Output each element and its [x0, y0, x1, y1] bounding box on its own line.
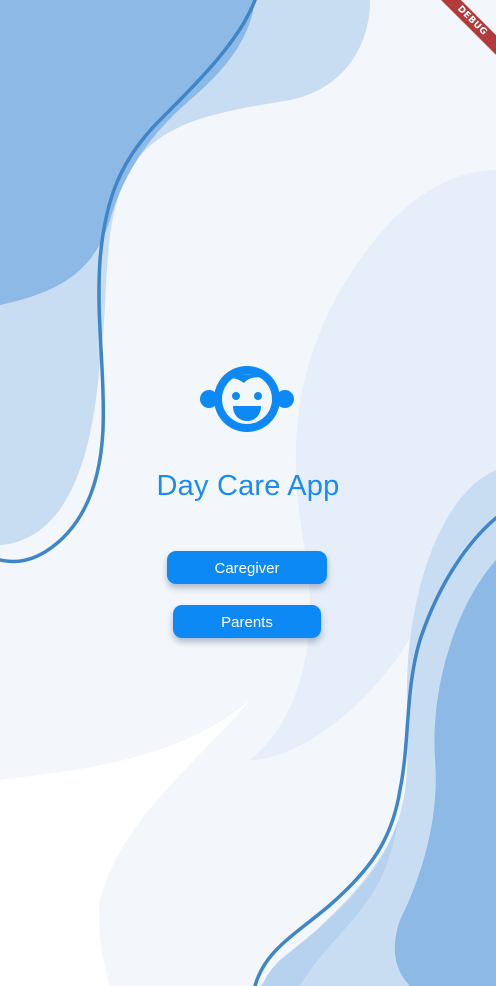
start-screen: Day Care App Caregiver Parents DEBUG	[0, 0, 496, 986]
main-content: Day Care App Caregiver Parents	[0, 0, 496, 986]
caregiver-button[interactable]: Caregiver	[167, 551, 327, 584]
parents-button[interactable]: Parents	[173, 605, 321, 638]
child-face-icon	[200, 366, 294, 432]
app-title: Day Care App	[156, 470, 340, 502]
